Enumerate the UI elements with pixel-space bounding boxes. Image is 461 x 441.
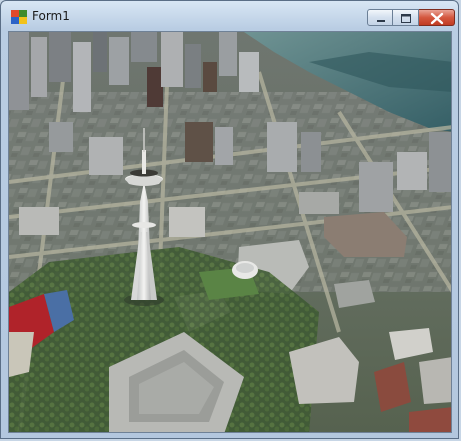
title-bar[interactable]: Form1 (1, 1, 458, 31)
minimize-icon (377, 20, 385, 22)
close-button[interactable] (419, 9, 455, 26)
map-view[interactable] (8, 31, 452, 433)
window-title: Form1 (32, 9, 70, 23)
close-icon (430, 12, 444, 25)
app-window: Form1 (0, 0, 459, 439)
maximize-icon (401, 14, 411, 23)
app-icon (11, 10, 27, 24)
maximize-button[interactable] (393, 9, 419, 26)
city-aerial-view[interactable] (9, 32, 452, 433)
minimize-button[interactable] (367, 9, 393, 26)
